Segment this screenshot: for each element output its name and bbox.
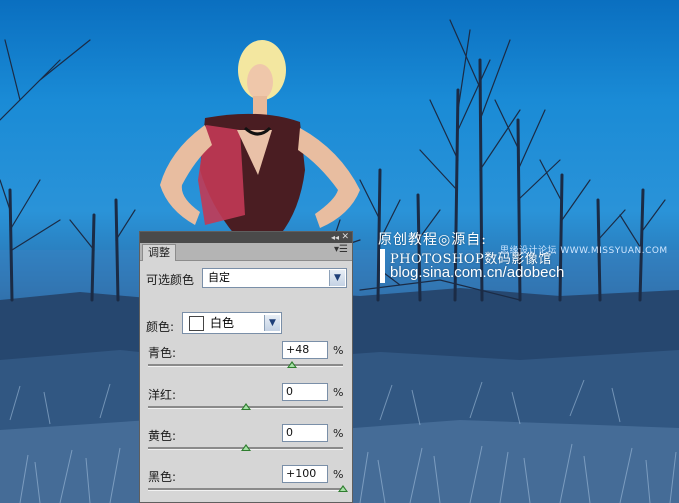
panel-tab-bar: 调整 ▾☰ (140, 243, 352, 261)
color-swatch (189, 316, 204, 331)
magenta-slider-track[interactable] (148, 403, 343, 410)
yellow-value-input[interactable]: 0 (282, 424, 328, 442)
colors-label: 颜色: (146, 320, 175, 334)
model-figure (160, 40, 360, 235)
watermark-bar (380, 249, 385, 283)
black-value-input[interactable]: +100 (282, 465, 328, 483)
magenta-value-input[interactable]: 0 (282, 383, 328, 401)
chevron-down-icon[interactable]: ▼ (329, 270, 345, 286)
adjustments-panel: ◂◂ ✕ 调整 ▾☰ 可选颜色 自定 ▼ 颜色: 白色 ▼ 青色: +48 % … (139, 231, 353, 503)
watermark-source-line: 原创教程◎源自: (378, 232, 487, 248)
close-icon[interactable]: ✕ (341, 232, 349, 243)
watermark-url-line: blog.sina.com.cn/adobech (390, 264, 565, 281)
cyan-slider-thumb[interactable] (287, 361, 298, 368)
cyan-value-input[interactable]: +48 (282, 341, 328, 359)
colors-value: 白色 (210, 316, 235, 330)
preset-label: 可选颜色 (146, 273, 195, 287)
magenta-slider-thumb[interactable] (240, 403, 251, 410)
slider-label-black: 黑色: (148, 470, 177, 484)
tab-adjustments[interactable]: 调整 (142, 244, 176, 261)
black-slider-track[interactable] (148, 485, 348, 492)
slider-label-magenta: 洋红: (148, 388, 177, 402)
chevron-down-icon[interactable]: ▼ (264, 315, 280, 331)
cyan-slider-track[interactable] (148, 361, 343, 368)
panel-menu-icon[interactable]: ▾☰ (334, 244, 348, 255)
watermark-site-logo: 思缘设计论坛 WWW.MISSYUAN.COM (500, 246, 668, 256)
preset-dropdown[interactable]: 自定 ▼ (202, 268, 347, 288)
black-slider-thumb[interactable] (338, 485, 348, 492)
preset-value: 自定 (208, 271, 230, 284)
percent-sign: % (333, 468, 344, 481)
percent-sign: % (333, 344, 344, 357)
yellow-slider-thumb[interactable] (240, 444, 251, 451)
slider-label-cyan: 青色: (148, 346, 177, 360)
slider-label-yellow: 黄色: (148, 429, 177, 443)
yellow-slider-track[interactable] (148, 444, 343, 451)
double-chevron-right-icon[interactable]: ◂◂ (331, 232, 339, 243)
colors-dropdown[interactable]: 白色 ▼ (182, 312, 282, 334)
percent-sign: % (333, 427, 344, 440)
panel-title-bar[interactable]: ◂◂ ✕ (140, 232, 352, 243)
percent-sign: % (333, 386, 344, 399)
